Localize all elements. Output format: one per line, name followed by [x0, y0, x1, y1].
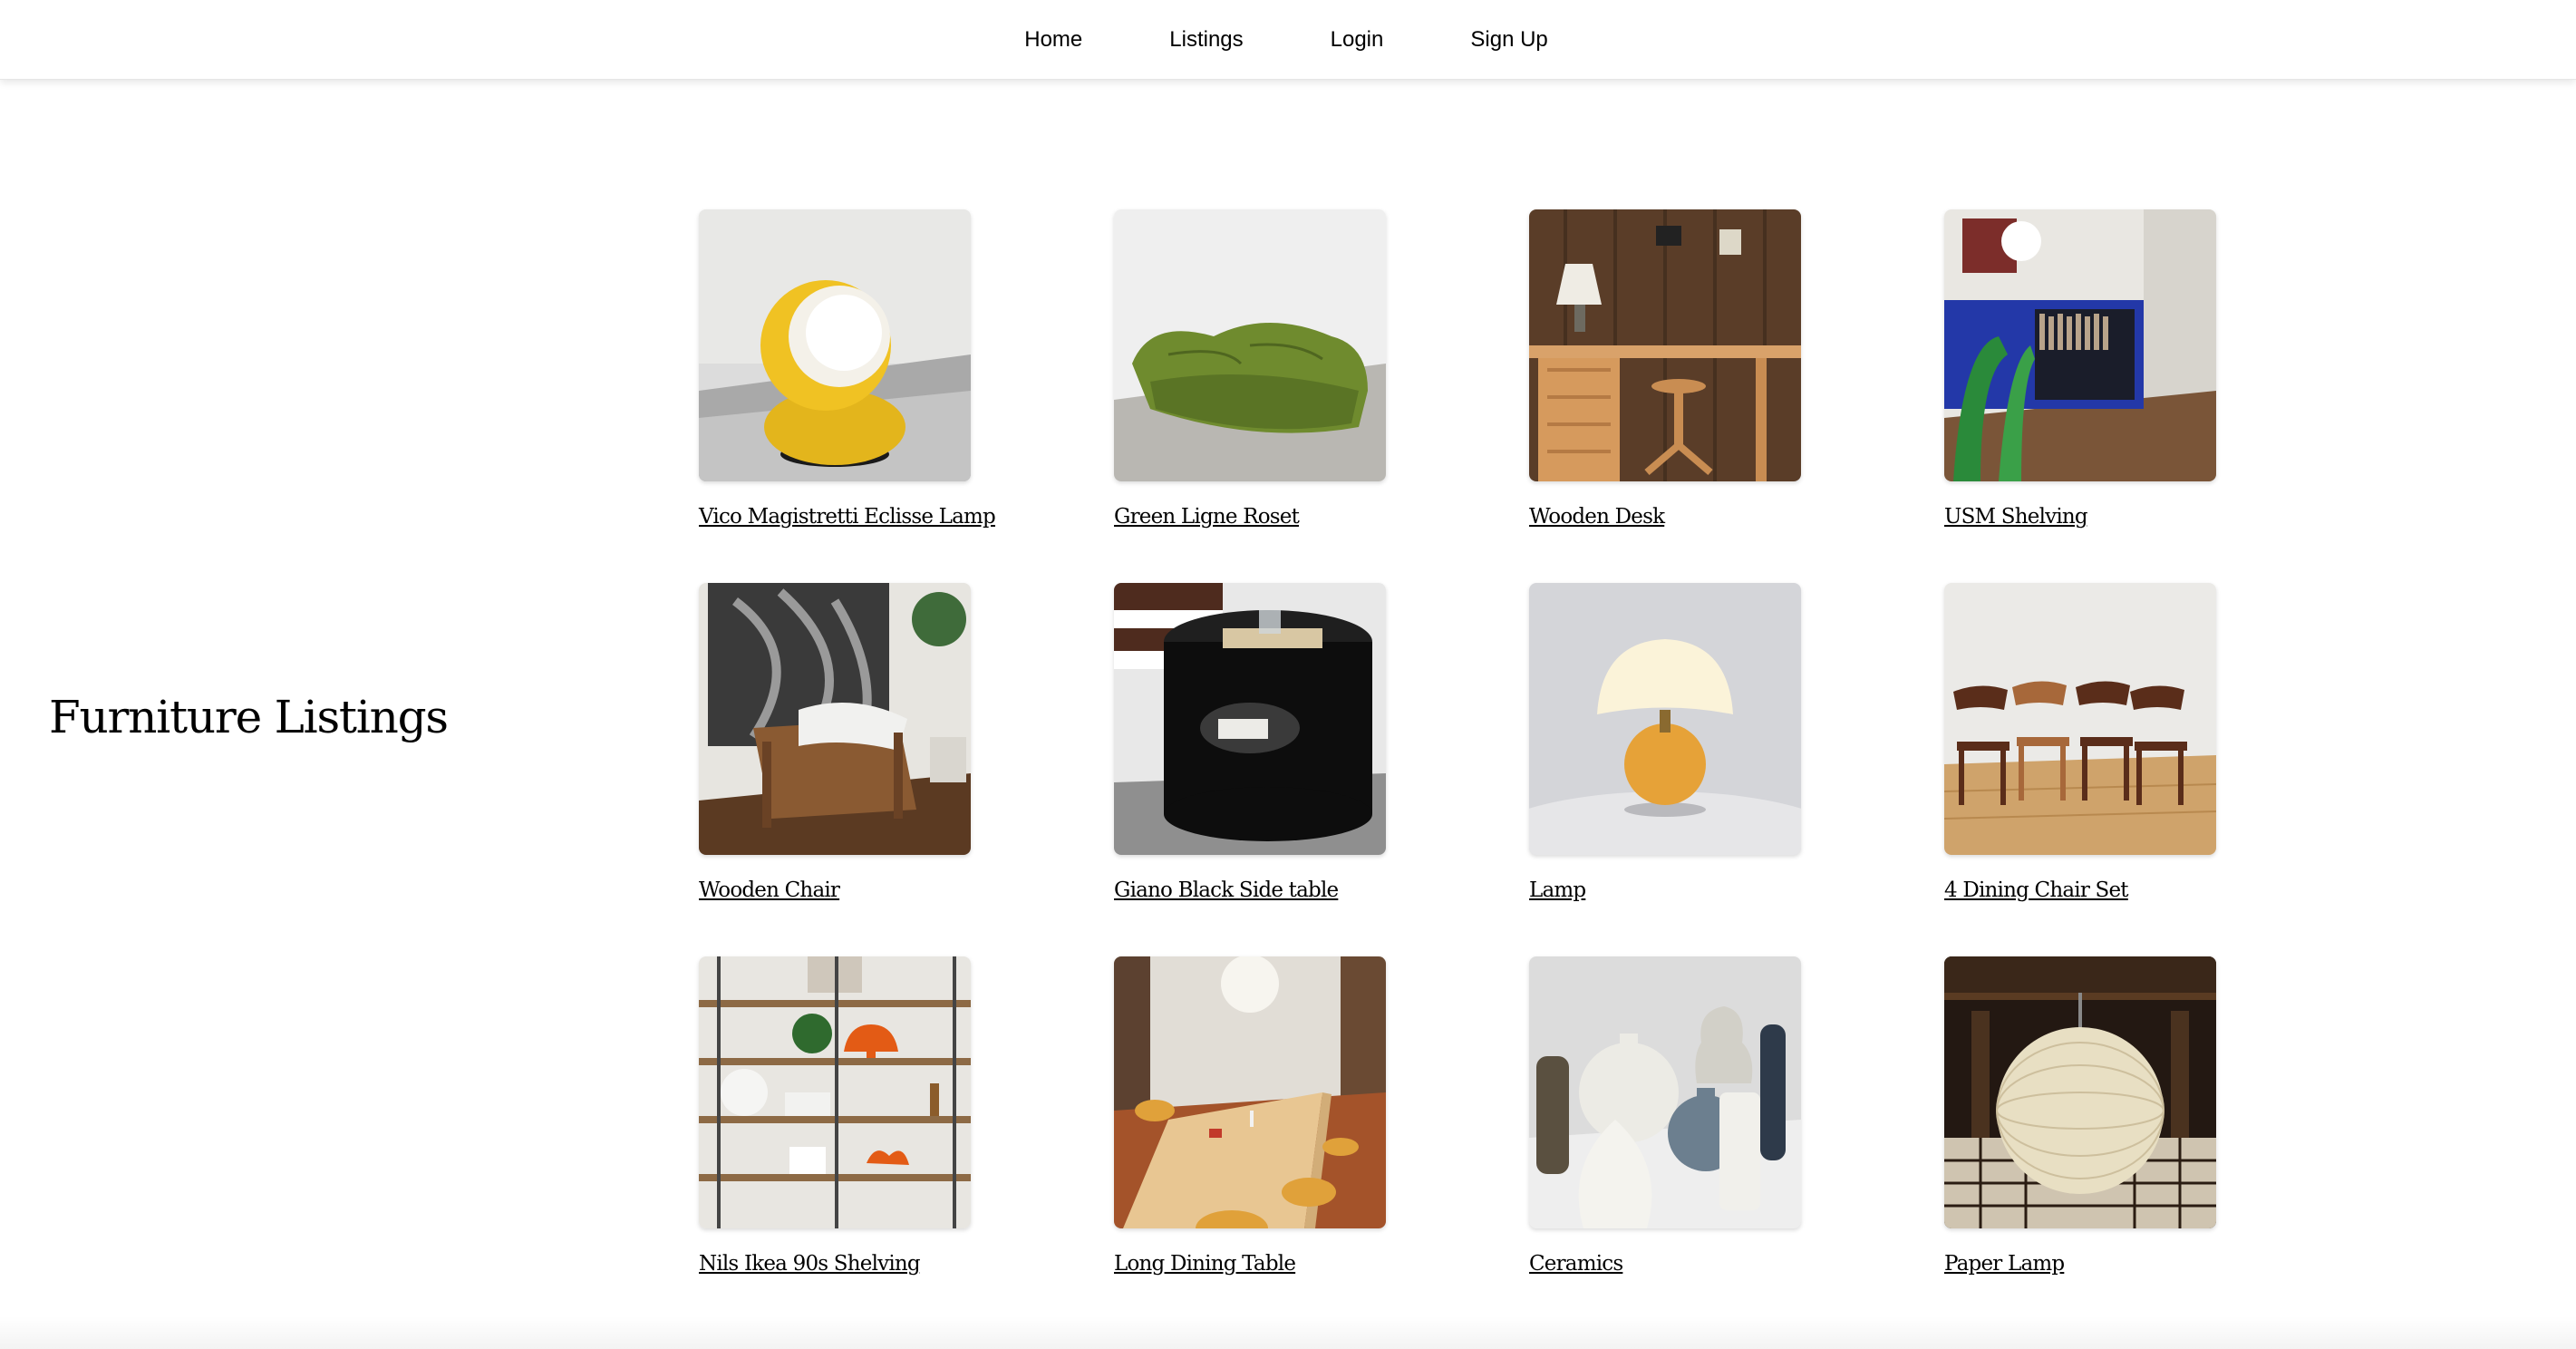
- listing-card[interactable]: Vico Magistretti Eclisse Lamp: [699, 209, 996, 536]
- listing-title[interactable]: Wooden Chair: [699, 878, 971, 902]
- listing-card[interactable]: Wooden Desk: [1529, 209, 1801, 536]
- listing-image-ikea-shelving[interactable]: [699, 956, 971, 1228]
- nav-home-link[interactable]: Home: [981, 0, 1126, 80]
- listing-image-mushroom-lamp[interactable]: [1529, 583, 1801, 855]
- listing-image-paper-lamp[interactable]: [1944, 956, 2216, 1228]
- listing-title[interactable]: Nils Ikea 90s Shelving: [699, 1252, 971, 1276]
- listing-image-ceramics[interactable]: [1529, 956, 1801, 1228]
- listing-card[interactable]: Giano Black Side table: [1114, 583, 1386, 909]
- page-bottom-shade: [0, 1316, 2576, 1349]
- listing-card[interactable]: Paper Lamp: [1944, 956, 2216, 1283]
- nav-listings-link[interactable]: Listings: [1126, 0, 1286, 80]
- listing-image-yellow-lamp[interactable]: [699, 209, 971, 481]
- listing-title[interactable]: Paper Lamp: [1944, 1252, 2216, 1276]
- listing-card[interactable]: USM Shelving: [1944, 209, 2216, 536]
- listing-image-wooden-chair[interactable]: [699, 583, 971, 855]
- listing-title[interactable]: Ceramics: [1529, 1252, 1801, 1276]
- listing-title[interactable]: Giano Black Side table: [1114, 878, 1386, 902]
- listing-card[interactable]: Nils Ikea 90s Shelving: [699, 956, 971, 1283]
- listing-card[interactable]: Ceramics: [1529, 956, 1801, 1283]
- listings-grid: Vico Magistretti Eclisse Lamp Green Lign…: [699, 209, 2216, 1283]
- listing-image-green-sofa[interactable]: [1114, 209, 1386, 481]
- listing-title[interactable]: Lamp: [1529, 878, 1801, 902]
- listing-image-black-side-table[interactable]: [1114, 583, 1386, 855]
- listing-image-dining-chairs[interactable]: [1944, 583, 2216, 855]
- listing-card[interactable]: Green Ligne Roset: [1114, 209, 1386, 536]
- listing-title[interactable]: Green Ligne Roset: [1114, 505, 1386, 529]
- nav-signup-link[interactable]: Sign Up: [1427, 0, 1591, 80]
- listing-title[interactable]: Long Dining Table: [1114, 1252, 1386, 1276]
- listing-image-usm-shelving[interactable]: [1944, 209, 2216, 481]
- listing-card[interactable]: 4 Dining Chair Set: [1944, 583, 2216, 909]
- listing-image-wooden-desk[interactable]: [1529, 209, 1801, 481]
- listing-card[interactable]: Long Dining Table: [1114, 956, 1386, 1283]
- page-title: Furniture Listings: [49, 691, 449, 743]
- listing-title[interactable]: Wooden Desk: [1529, 505, 1801, 529]
- listing-title[interactable]: Vico Magistretti Eclisse Lamp: [699, 505, 996, 529]
- listing-card[interactable]: Lamp: [1529, 583, 1801, 909]
- listing-card[interactable]: Wooden Chair: [699, 583, 971, 909]
- listing-image-dining-table[interactable]: [1114, 956, 1386, 1228]
- listing-title[interactable]: 4 Dining Chair Set: [1944, 878, 2216, 902]
- nav-login-link[interactable]: Login: [1287, 0, 1428, 80]
- listing-title[interactable]: USM Shelving: [1944, 505, 2216, 529]
- nav-links: Home Listings Login Sign Up: [981, 0, 1592, 80]
- top-navbar: Home Listings Login Sign Up: [0, 0, 2576, 80]
